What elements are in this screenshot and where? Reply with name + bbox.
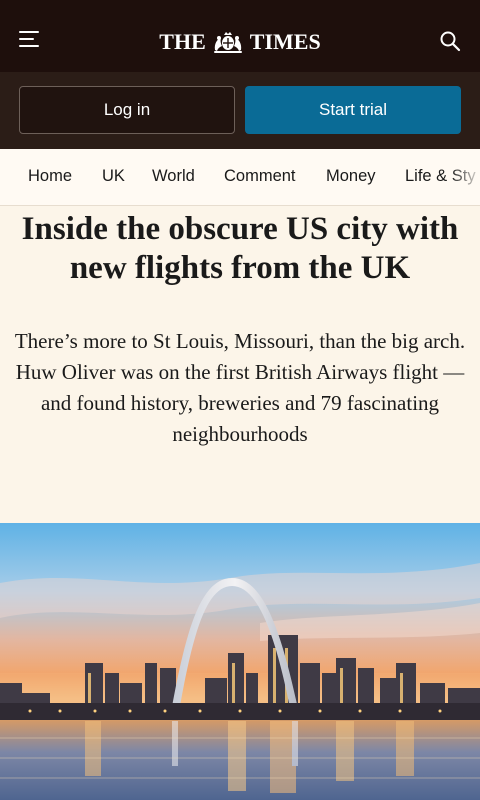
hero-image[interactable] bbox=[0, 523, 480, 800]
royal-crest-icon bbox=[213, 32, 242, 53]
nav-scroll-fade bbox=[450, 149, 480, 205]
start-trial-button[interactable]: Start trial bbox=[245, 86, 461, 134]
masthead-logo[interactable]: THE TIMES bbox=[140, 28, 340, 56]
article-headline: Inside the obscure US city with new flig… bbox=[21, 211, 459, 286]
top-bar: THE TIMES bbox=[0, 0, 480, 72]
masthead-word-times: TIMES bbox=[249, 29, 321, 54]
section-nav: Home UK World Comment Money Life & Sty bbox=[0, 149, 480, 206]
nav-item-comment[interactable]: Comment bbox=[224, 167, 296, 186]
skyline-illustration bbox=[0, 523, 480, 800]
hamburger-menu-icon[interactable] bbox=[19, 31, 39, 47]
article-standfirst: There’s more to St Louis, Missouri, than… bbox=[14, 329, 466, 446]
auth-bar: Log in Start trial bbox=[0, 72, 480, 149]
search-icon[interactable] bbox=[438, 29, 462, 53]
nav-item-money[interactable]: Money bbox=[326, 167, 376, 186]
nav-item-world[interactable]: World bbox=[152, 167, 195, 186]
masthead-word-the: THE bbox=[159, 29, 206, 54]
login-button[interactable]: Log in bbox=[19, 86, 235, 134]
nav-item-home[interactable]: Home bbox=[28, 167, 72, 186]
nav-item-uk[interactable]: UK bbox=[102, 167, 125, 186]
